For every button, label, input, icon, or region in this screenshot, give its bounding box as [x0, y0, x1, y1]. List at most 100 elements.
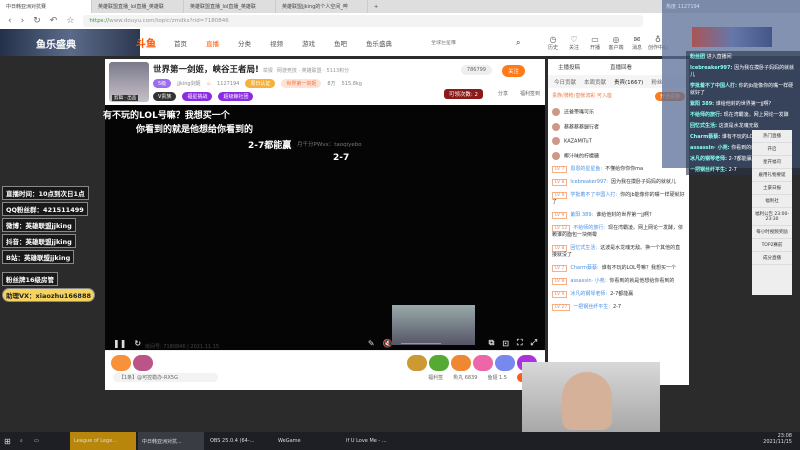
tab-fans[interactable]: 粉丝	[651, 78, 662, 86]
username[interactable]: Icebreaker997:	[570, 179, 608, 185]
tab-streamer-posts[interactable]: 主播投稿	[558, 63, 580, 71]
fullscreen-icon[interactable]: ⤢	[531, 338, 537, 348]
username[interactable]: 紫阳 389:	[570, 212, 593, 218]
rail-item[interactable]: 开启	[752, 143, 792, 156]
taskbar: ⊞ ⌕ ▭ League of Lege... 中日韩亚洲对抗... OBS 2…	[0, 432, 800, 450]
share-button[interactable]: 分享	[498, 90, 508, 97]
forward-icon[interactable]: ›	[21, 16, 25, 26]
nav-festival[interactable]: 鱼乐盛典	[366, 38, 392, 48]
event-banner[interactable]: 鱼乐盛典	[0, 29, 140, 56]
system-clock[interactable]: 23:08 2021/11/15	[763, 433, 792, 445]
browser-tab[interactable]: 英雄联盟直播_lol直播_英雄联	[184, 0, 276, 13]
rail-item[interactable]: 福利社	[752, 195, 792, 208]
taskbar-app[interactable]: League of Lege...	[70, 432, 136, 450]
username[interactable]: 冰凡的钢琴老师:	[570, 291, 607, 297]
overlay-user: Charm蔡蔡:	[690, 134, 721, 140]
nav-games[interactable]: 游戏	[302, 38, 315, 48]
browser-tab[interactable]: 中日韩亚洲对抗赛	[0, 0, 92, 13]
message-text: 谁有不玩的LOL号嘛？我想买一个	[601, 265, 676, 271]
pip-icon[interactable]: ⧉	[489, 338, 495, 348]
gift-item[interactable]	[133, 355, 153, 371]
overlay-chat-line: 学批着不了中国人打: 你的jb能像你的嘴一样硬就好了	[686, 80, 800, 98]
history-button[interactable]: ◷ 历史	[542, 35, 563, 51]
rail-item[interactable]: 星开福司	[752, 156, 792, 169]
bookmark-icon[interactable]: ☆	[66, 16, 74, 26]
rail-item[interactable]: 成分直播	[752, 252, 792, 265]
follow-list-button[interactable]: ♡ 关注	[563, 35, 584, 51]
rail-item[interactable]: TOP2赛前	[752, 239, 792, 252]
player-controls: ❚❚ ↻ ✎ 🔇 ⧉ ⊡ ⛶ ⤢	[105, 336, 545, 350]
rail-item[interactable]: 福利公告 23:00-23:30	[752, 208, 792, 226]
theater-icon[interactable]: ⛶	[517, 338, 523, 348]
reload-icon[interactable]: ↻	[33, 16, 41, 26]
username[interactable]: assassin· 小苑:	[570, 278, 606, 284]
messages-button[interactable]: ✉ 消息	[626, 35, 647, 51]
tab-vip[interactable]: 贵宾(1667)	[614, 78, 643, 86]
gift-item[interactable]	[111, 355, 131, 371]
category-breadcrumb[interactable]: 网游竞技 · 英雄联盟 · 5113积分	[277, 68, 349, 74]
browser-tab[interactable]: 英雄联盟jjking的个人空间_哔	[276, 0, 368, 13]
username[interactable]: 恩恩的星星鱼:	[570, 166, 602, 172]
rail-item[interactable]: 热门直播	[752, 130, 792, 143]
volume-slider[interactable]	[400, 342, 441, 344]
rail-item[interactable]: 每小时视频奖励	[752, 226, 792, 239]
username[interactable]: Charm蔡蔡:	[570, 265, 598, 271]
refresh-icon[interactable]: ↻	[134, 339, 141, 348]
whale-club-button[interactable]: 超级鲸社团	[218, 92, 254, 101]
screenshot-icon[interactable]: ⊡	[502, 339, 509, 348]
signin-button[interactable]: 福利签到	[520, 90, 540, 97]
nav-video[interactable]: 视频	[270, 38, 283, 48]
nav-category[interactable]: 分类	[238, 38, 251, 48]
task-view-icon[interactable]: ▭	[30, 438, 70, 444]
streamer-avatar[interactable]: 剪辑 · 出品	[109, 62, 149, 102]
tab-replays[interactable]: 直播回看	[610, 63, 632, 71]
username[interactable]: 回忆式生活:	[570, 245, 597, 251]
windows-start-icon[interactable]: ⊞	[0, 437, 16, 446]
username[interactable]: 学批着不了中国人打:	[570, 192, 617, 198]
tab-daily-rank[interactable]: 今日贡献	[554, 78, 576, 86]
nav-home[interactable]: 首页	[174, 38, 187, 48]
gift-item[interactable]	[473, 355, 493, 371]
search-input[interactable]	[431, 39, 516, 46]
taskbar-app[interactable]: WeGame	[274, 432, 340, 450]
new-tab-button[interactable]: +	[368, 0, 388, 13]
username[interactable]: 不给师的旅行:	[573, 225, 605, 231]
nav-live[interactable]: 直播	[206, 38, 219, 48]
welfare-list-button[interactable]: 福利签	[428, 374, 443, 381]
video-player[interactable]: 有不玩的LOL号嘛？我想买一个 你看到的就是他想给你看到的 2-7都能赢 月千分…	[103, 105, 545, 350]
search-icon[interactable]: ⌕	[516, 38, 520, 48]
douyu-logo[interactable]: 斗鱼	[136, 35, 156, 50]
tab-weekly-rank[interactable]: 本周贡献	[584, 78, 606, 86]
streamer-name[interactable]: jjking剑姬	[177, 80, 200, 87]
start-stream-button[interactable]: ▭ 开播	[584, 35, 605, 51]
nav-yuba[interactable]: 鱼吧	[334, 38, 347, 48]
vip-badge[interactable]: V贵族	[153, 92, 177, 101]
taskbar-app[interactable]: 中日韩亚洲对抗...	[138, 432, 204, 450]
username[interactable]: 一把钢丝纤平生:	[573, 304, 610, 310]
search-icon[interactable]: ⌕	[16, 438, 30, 444]
gift-item[interactable]	[495, 355, 515, 371]
client-icon: ◎	[612, 34, 620, 44]
gift-item[interactable]	[407, 355, 427, 371]
lucky-challenge-button[interactable]: 福星挑战	[182, 92, 213, 101]
report-link[interactable]: 举报	[263, 68, 273, 74]
undo-icon[interactable]: ↶	[50, 16, 58, 26]
gift-item[interactable]	[429, 355, 449, 371]
rail-item[interactable]: 雇用礼物要诞	[752, 169, 792, 182]
notice-bar[interactable]: 【1条】@可控勒办-RX5G	[113, 373, 218, 382]
gift-item[interactable]	[451, 355, 471, 371]
follow-button[interactable]: 关注	[501, 65, 525, 77]
browser-tab[interactable]: 英雄联盟直播_lol直播_英雄联	[92, 0, 184, 13]
follower-count: 8万	[327, 81, 336, 87]
taskbar-app[interactable]: If U Love Me - ...	[342, 432, 408, 450]
lottery-button[interactable]: 可领次数: 2	[443, 89, 483, 99]
back-icon[interactable]: ‹	[8, 16, 12, 26]
pause-icon[interactable]: ❚❚	[113, 339, 126, 348]
url-input[interactable]: https://www.douyu.com/topic/zmdks?rid=71…	[83, 15, 644, 27]
taskbar-app[interactable]: OBS 25.0.4 (64-...	[206, 432, 272, 450]
rail-item[interactable]: 土豪日报	[752, 182, 792, 195]
client-button[interactable]: ◎ 客户端	[605, 35, 626, 51]
level-badge: LV 27	[552, 304, 571, 311]
mute-icon[interactable]: 🔇	[383, 339, 393, 348]
danmaku-edit-icon[interactable]: ✎	[368, 339, 375, 348]
